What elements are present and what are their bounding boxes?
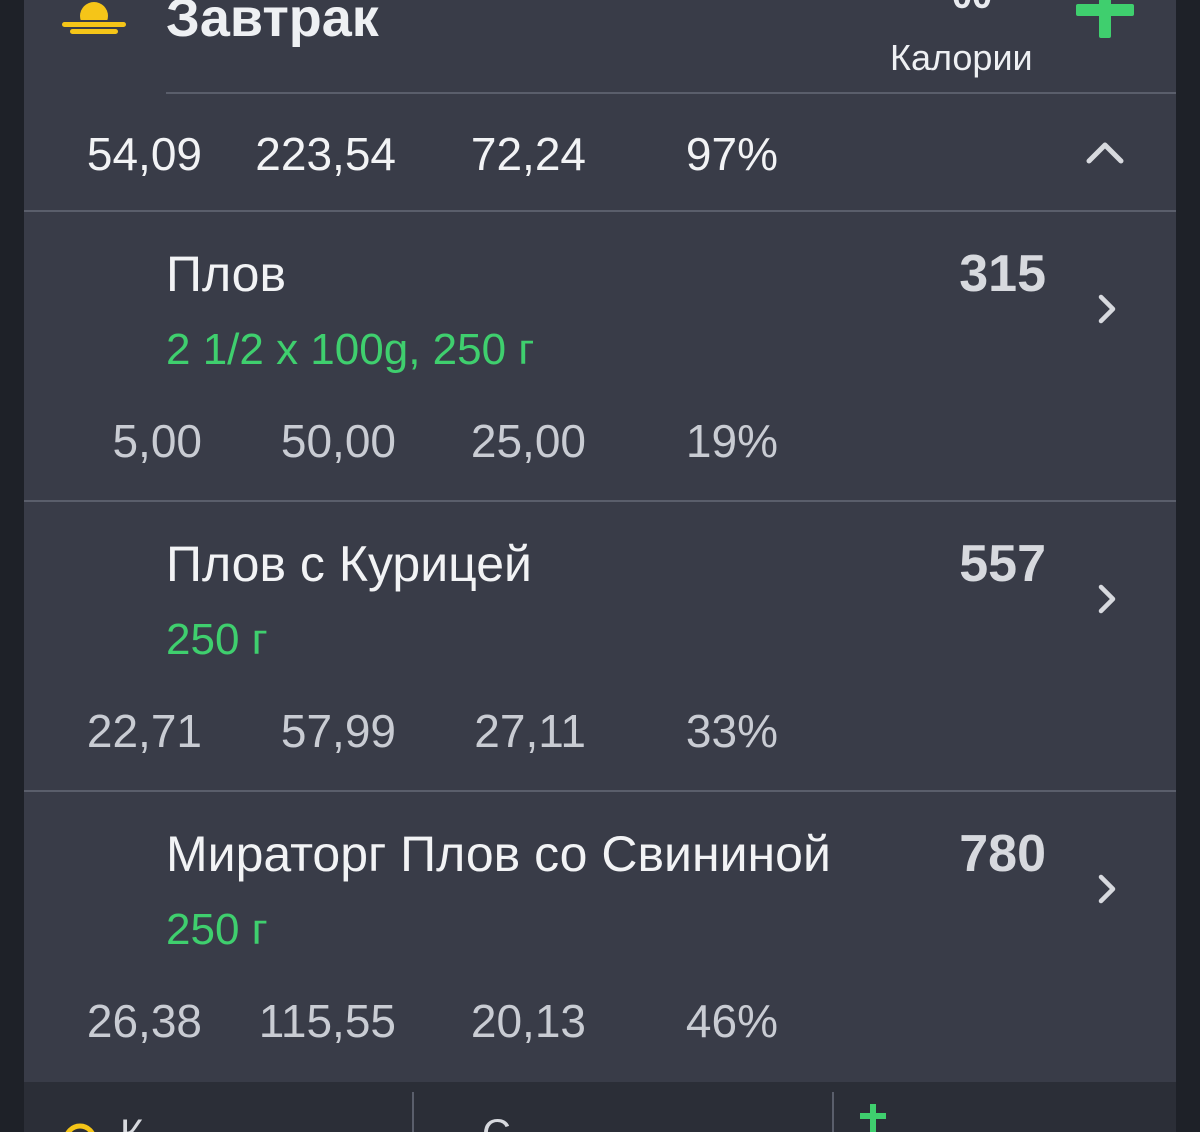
food-value-3: 20,13 [470,995,586,1047]
food-name: Плов [166,246,287,302]
meal-title: Завтрак [166,0,379,48]
total-value-2: 223,54 [255,128,396,180]
chevron-right-icon[interactable] [1098,294,1116,324]
food-value-4: 33% [685,705,778,757]
total-value-3: 72,24 [470,128,586,180]
food-value-2: 57,99 [280,705,396,757]
plus-icon[interactable] [858,1104,888,1132]
meal-card: Завтрак 00 Калории 54,09 223,54 72,24 97… [24,0,1176,1082]
food-serving: 250 г [166,615,268,664]
bottom-action-2[interactable]: С [474,1118,814,1132]
food-name: Плов с Курицей [166,536,532,592]
food-value-4: 19% [685,415,778,467]
total-value-1: 54,09 [86,128,202,180]
food-value-3: 25,00 [470,415,586,467]
bottom-separator [832,1092,834,1132]
total-value-4: 97% [685,128,778,180]
bottom-action-1[interactable]: К [58,1118,398,1132]
food-value-1: 5,00 [112,415,202,467]
food-name: Мираторг Плов со Свининой [166,826,831,882]
header-divider [166,92,1176,94]
food-item[interactable]: Плов с Курицей 250 г 557 22,71 57,99 27,… [24,502,1176,792]
sunrise-icon [58,2,130,34]
food-serving: 2 1/2 x 100g, 250 г [166,325,535,374]
bottom-separator [412,1092,414,1132]
chevron-right-icon[interactable] [1098,874,1116,904]
food-value-2: 115,55 [258,995,396,1047]
food-value-2: 50,00 [280,415,396,467]
add-food-button[interactable] [1074,0,1136,42]
food-calories: 780 [959,825,1046,883]
food-calories: 315 [959,245,1046,303]
food-serving: 250 г [166,905,268,954]
bottom-action-bar: К С [24,1082,1176,1132]
food-value-3: 27,11 [474,705,586,757]
food-calories: 557 [959,535,1046,593]
food-item[interactable]: Плов 2 1/2 x 100g, 250 г 315 5,00 50,00 … [24,212,1176,502]
bottom-action-label: К [120,1118,143,1132]
chevron-up-icon[interactable] [1086,140,1124,164]
food-value-1: 26,38 [86,995,202,1047]
bottom-action-label: С [482,1118,511,1132]
food-value-1: 22,71 [86,705,202,757]
food-value-4: 46% [685,995,778,1047]
meal-calories-value: 00 [952,0,992,14]
calories-label: Калории [890,37,1033,78]
chevron-right-icon[interactable] [1098,584,1116,614]
sun-icon [65,1123,95,1132]
food-item[interactable]: Мираторг Плов со Свининой 250 г 780 26,3… [24,792,1176,1082]
